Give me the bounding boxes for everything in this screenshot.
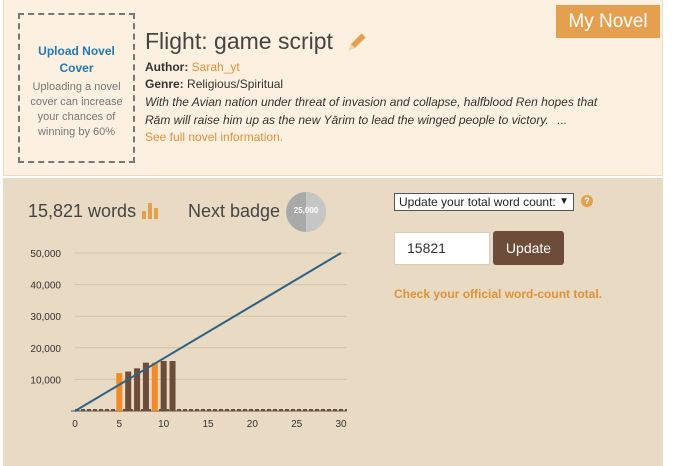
full-info-link[interactable]: See full novel information. — [145, 130, 283, 144]
chart-bar — [116, 373, 123, 411]
y-tick-label: 50,000 — [30, 249, 61, 260]
novel-dashboard: Upload Novel Cover Uploading a novel cov… — [0, 0, 673, 466]
author-line: Author: Sarah_yt — [145, 60, 240, 74]
upload-cover-link[interactable]: Upload Novel Cover — [20, 43, 133, 77]
synopsis-ellipsis: ... — [556, 113, 567, 127]
official-word-count-link[interactable]: Check your official word-count total. — [394, 287, 602, 301]
next-badge-label: Next badge — [188, 201, 281, 221]
x-tick-label: 15 — [202, 419, 214, 430]
next-badge-value: 25,000 — [293, 206, 319, 215]
y-tick-label: 20,000 — [30, 344, 61, 355]
word-count-mode-select[interactable]: Update your total word count: ▼ — [394, 193, 574, 211]
x-tick-label: 5 — [117, 419, 123, 430]
word-count: 15,821 words — [28, 201, 137, 221]
help-icon[interactable]: ? — [581, 195, 593, 207]
author-link[interactable]: Sarah_yt — [192, 60, 240, 74]
chart-bar — [169, 361, 176, 411]
novel-synopsis: With the Avian nation under threat of in… — [145, 93, 605, 129]
stats-panel: 15,821 words Next badge 25,000 10,000 20,… — [3, 178, 663, 466]
y-tick-label: 10,000 — [30, 375, 61, 386]
chevron-down-icon: ▼ — [559, 196, 569, 207]
y-tick-label: 30,000 — [30, 312, 61, 323]
author-label: Author: — [145, 60, 189, 74]
select-value: Update your total word count: — [399, 195, 556, 209]
x-tick-label: 0 — [72, 419, 78, 430]
update-button[interactable]: Update — [493, 231, 564, 265]
badge-icon: 25,000 — [286, 192, 326, 232]
goal-line — [74, 252, 342, 412]
pencil-icon[interactable] — [346, 31, 370, 53]
word-count-input[interactable]: 15821 — [394, 232, 490, 265]
x-tick-label: 10 — [158, 419, 170, 430]
word-count-chart: 10,000 20,000 30,000 40,000 50,000 0 5 10 15 20 25… — [30, 249, 347, 430]
x-tick-label: 20 — [247, 419, 259, 430]
genre-label: Genre: — [145, 77, 184, 91]
chart-bar — [160, 361, 167, 411]
genre-value: Religious/Spiritual — [187, 77, 284, 91]
my-novel-tab[interactable]: My Novel — [556, 5, 660, 38]
upload-cover-description: Uploading a novel cover can increase you… — [30, 81, 123, 138]
x-tick-label: 25 — [291, 419, 303, 430]
novel-title: Flight: game script — [145, 28, 333, 54]
y-tick-label: 40,000 — [30, 281, 61, 292]
synopsis-text: With the Avian nation under threat of in… — [145, 95, 598, 127]
bar-chart-icon[interactable] — [141, 202, 159, 219]
x-tick-label: 30 — [335, 419, 347, 430]
chart-bar — [151, 362, 158, 411]
upload-cover-box[interactable]: Upload Novel Cover Uploading a novel cov… — [18, 13, 135, 163]
genre-line: Genre: Religious/Spiritual — [145, 77, 283, 91]
